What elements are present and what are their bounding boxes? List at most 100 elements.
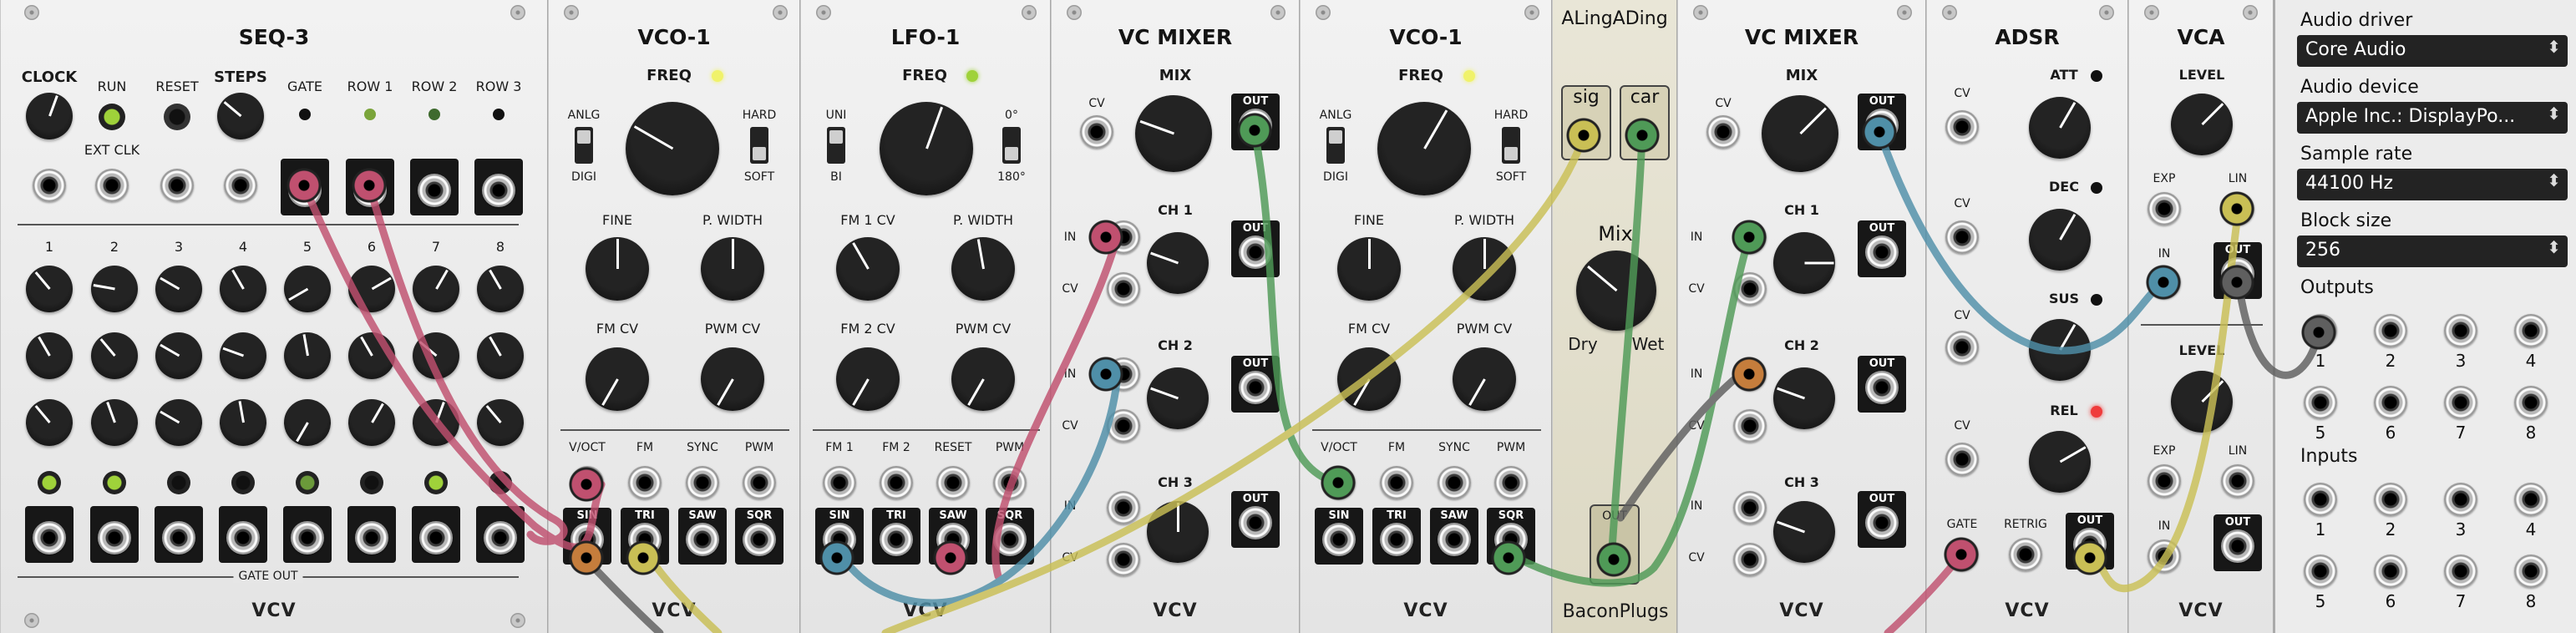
dec-knob[interactable]: [2029, 209, 2091, 271]
step-knob-row2-3[interactable]: [155, 332, 202, 379]
pwmcv-knob[interactable]: [701, 347, 764, 411]
step-knob-row2-2[interactable]: [91, 332, 138, 379]
sqr-jack[interactable]: [743, 523, 776, 556]
out2-output[interactable]: OUT: [2213, 514, 2262, 571]
level2-knob[interactable]: [2171, 371, 2233, 433]
step-knob-row2-7[interactable]: [413, 332, 459, 379]
step-knob-row2-6[interactable]: [348, 332, 395, 379]
step-knob-row1-7[interactable]: [413, 266, 459, 312]
mix-knob[interactable]: [1762, 95, 1838, 172]
ch1-output[interactable]: OUT: [1858, 220, 1906, 277]
ch1-out-jack[interactable]: [1239, 235, 1272, 269]
sin-jack[interactable]: [1322, 523, 1356, 556]
plug-yellow[interactable]: [2219, 190, 2255, 227]
phase-switch[interactable]: [1002, 127, 1021, 164]
input-jack-6[interactable]: [2374, 555, 2407, 588]
ch3-output[interactable]: OUT: [1858, 491, 1906, 548]
input-jack-2[interactable]: [2374, 483, 2407, 516]
plug-blue[interactable]: [1088, 356, 1124, 392]
ch2-output[interactable]: OUT: [1858, 356, 1906, 413]
gate-output-8[interactable]: [476, 506, 525, 563]
plug-red[interactable]: [1943, 536, 1980, 573]
step-knob-row1-2[interactable]: [91, 266, 138, 312]
input-jack-5[interactable]: [2304, 555, 2337, 588]
rel-cv-jack[interactable]: [1945, 443, 1979, 476]
gate-output-4[interactable]: [219, 506, 267, 563]
audio-driver-select[interactable]: Core Audio ⬍: [2297, 35, 2568, 67]
ch3-knob[interactable]: [1147, 501, 1209, 563]
block-size-select[interactable]: 256 ⬍: [2297, 235, 2568, 267]
step-knob-row2-5[interactable]: [284, 332, 331, 379]
plug-blue[interactable]: [1861, 114, 1898, 150]
step-knob-row1-8[interactable]: [477, 266, 524, 312]
plug-orange[interactable]: [568, 539, 605, 576]
gate-output-7[interactable]: [412, 506, 460, 563]
fmcv-knob[interactable]: [1337, 347, 1401, 411]
plug-yellow[interactable]: [625, 539, 662, 576]
pwmcv-knob[interactable]: [1453, 347, 1516, 411]
ch3-knob[interactable]: [1773, 501, 1835, 563]
gate-toggle-button-3[interactable]: [167, 471, 190, 494]
ch3-in-jack[interactable]: [1107, 491, 1140, 524]
sqr-output[interactable]: SQR: [986, 508, 1034, 565]
step-knob-row3-7[interactable]: [413, 399, 459, 446]
fm-jack[interactable]: [628, 466, 662, 499]
att-cv-jack[interactable]: [1945, 110, 1979, 144]
pwidth-knob[interactable]: [701, 237, 764, 301]
step-knob-row2-1[interactable]: [26, 332, 73, 379]
sync-jack[interactable]: [686, 466, 719, 499]
ch3-in-jack[interactable]: [1733, 491, 1767, 524]
run-button[interactable]: [99, 104, 125, 130]
plug-yellow[interactable]: [2071, 539, 2108, 576]
ch1-knob[interactable]: [1773, 232, 1835, 294]
sus-cv-jack[interactable]: [1945, 331, 1979, 364]
plug-green[interactable]: [1320, 464, 1356, 501]
step-knob-row1-3[interactable]: [155, 266, 202, 312]
ch1-cv-jack[interactable]: [1733, 272, 1767, 306]
gate-output-3[interactable]: [155, 506, 203, 563]
output-jack-7[interactable]: [2444, 386, 2477, 419]
pwm-jack[interactable]: [993, 466, 1027, 499]
step-knob-row3-5[interactable]: [284, 399, 331, 446]
sync-mode-switch[interactable]: [1502, 127, 1520, 164]
gate-out-jack[interactable]: [419, 521, 453, 555]
ch1-knob[interactable]: [1147, 232, 1209, 294]
saw-output[interactable]: SAW: [678, 508, 727, 565]
sqr-output[interactable]: SQR: [735, 508, 783, 565]
out2-jack[interactable]: [2221, 529, 2254, 563]
ch3-out-jack[interactable]: [1239, 506, 1272, 539]
fmcv-knob[interactable]: [586, 347, 649, 411]
reset-button[interactable]: [164, 104, 190, 130]
mix-cv-jack[interactable]: [1080, 115, 1113, 149]
row2-out-jack[interactable]: [418, 174, 451, 207]
output-jack-5[interactable]: [2304, 386, 2337, 419]
pwmcv-knob[interactable]: [951, 347, 1015, 411]
ch3-output[interactable]: OUT: [1231, 491, 1280, 548]
gate-output-5[interactable]: [283, 506, 332, 563]
input-jack-4[interactable]: [2514, 483, 2548, 516]
gate-toggle-button-4[interactable]: [231, 471, 255, 494]
plug-red[interactable]: [1088, 219, 1124, 256]
step-knob-row3-6[interactable]: [348, 399, 395, 446]
plug-red[interactable]: [568, 466, 605, 503]
reset-jack[interactable]: [160, 169, 194, 202]
tri-jack[interactable]: [1380, 523, 1413, 556]
input-jack-3[interactable]: [2444, 483, 2477, 516]
mix-cv-jack[interactable]: [1706, 115, 1740, 149]
input-jack-1[interactable]: [2304, 483, 2337, 516]
ch2-cv-jack[interactable]: [1107, 409, 1140, 443]
fm1-jack[interactable]: [823, 466, 856, 499]
plug-gray[interactable]: [2300, 314, 2337, 351]
step-knob-row1-5[interactable]: [284, 266, 331, 312]
gate-out-jack[interactable]: [98, 521, 131, 555]
sus-knob[interactable]: [2029, 319, 2091, 381]
ch2-knob[interactable]: [1147, 367, 1209, 429]
tri-jack[interactable]: [880, 523, 913, 556]
gate-out-jack[interactable]: [291, 521, 324, 555]
ch2-out-jack[interactable]: [1865, 371, 1899, 404]
row2-output[interactable]: [410, 159, 459, 215]
plug-red[interactable]: [286, 167, 322, 204]
dec-cv-jack[interactable]: [1945, 220, 1979, 254]
plug-orange[interactable]: [1731, 356, 1767, 392]
fm2-jack[interactable]: [880, 466, 913, 499]
